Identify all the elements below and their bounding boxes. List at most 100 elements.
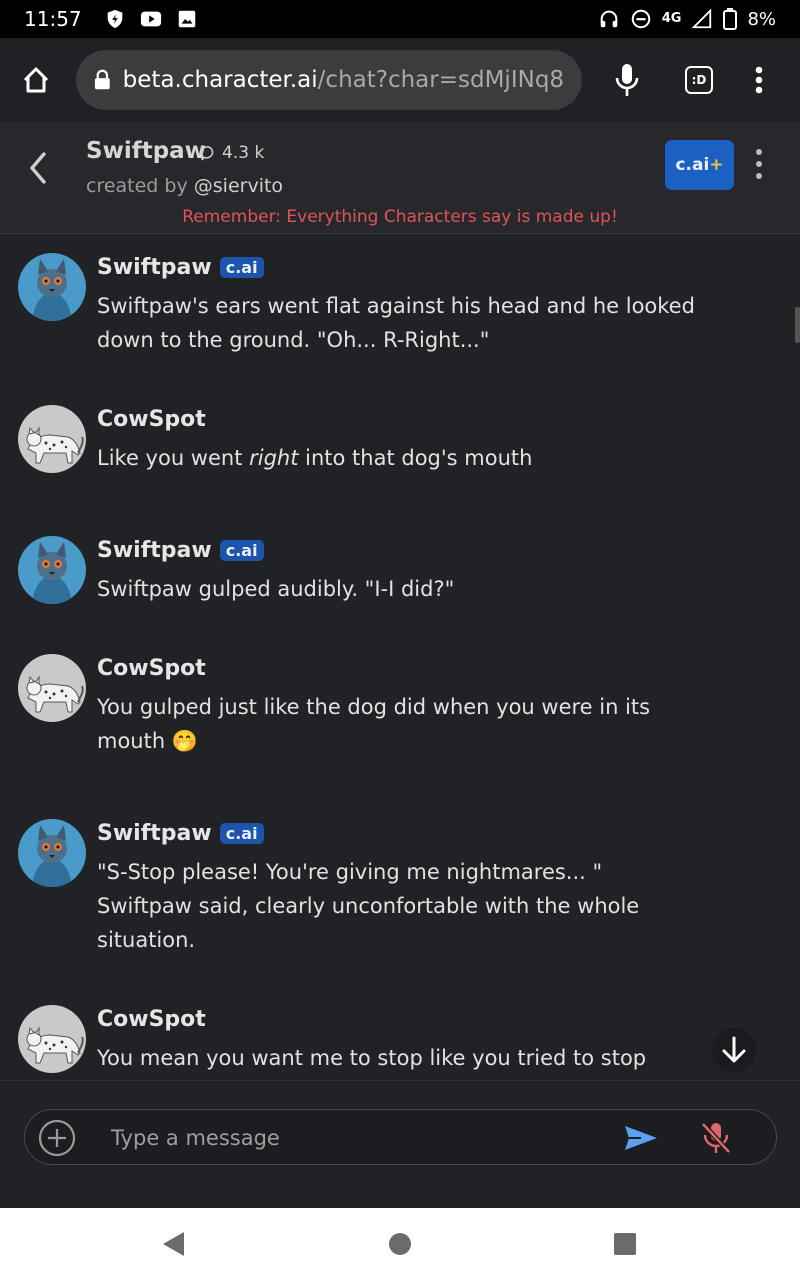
cai-plus-button[interactable]: c.ai +: [665, 140, 734, 190]
message-author: CowSpot: [97, 407, 206, 432]
author-name: CowSpot: [97, 1007, 206, 1032]
message-author: Swiftpaw c.ai: [97, 255, 264, 280]
youtube-icon: [140, 11, 161, 27]
arrow-down-icon: [722, 1036, 746, 1063]
back-chevron-icon: [30, 152, 46, 184]
author-name: Swiftpaw: [97, 821, 212, 846]
message-item: Swiftpaw c.ai Swiftpaw gulped audibly. "I…: [0, 536, 760, 616]
avatar-cowspot[interactable]: [18, 1005, 86, 1073]
battery-icon: [723, 8, 738, 30]
author-name: CowSpot: [97, 407, 206, 432]
signal-icon: [691, 8, 712, 29]
url-path: /chat?char=sdMjINq81vI: [317, 67, 564, 93]
message-text: Swiftpaw gulped audibly. "I-I did?": [97, 577, 455, 601]
image-icon: [178, 10, 195, 28]
avatar-cowspot[interactable]: [18, 405, 86, 473]
headset-icon: [600, 10, 618, 28]
character-interactions: 4.3 k: [200, 143, 264, 163]
more-vert-icon: [755, 66, 763, 94]
battery-level: 8%: [747, 8, 776, 30]
voice-search-button[interactable]: [604, 57, 650, 103]
chat-options-button[interactable]: [748, 144, 770, 184]
message-author: CowSpot: [97, 1007, 206, 1032]
status-bar: 11:57 4G 8%: [0, 0, 800, 38]
nav-back-icon: [163, 1232, 184, 1256]
disclaimer-text: Remember: Everything Characters say is m…: [182, 207, 618, 227]
message-text: "S-Stop please! You're giving me nightma…: [97, 860, 640, 952]
attach-plus-icon: [38, 1119, 76, 1157]
do-not-disturb-icon: [631, 9, 650, 29]
more-vert-icon: [756, 149, 762, 155]
message-list[interactable]: Swiftpaw c.ai Swiftpaw's ears went flat a…: [0, 235, 800, 1080]
swiftpaw-avatar-image: [18, 536, 86, 604]
message-input[interactable]: [111, 1120, 591, 1156]
home-icon: [23, 67, 49, 93]
browser-toolbar: beta.character.ai/chat?char=sdMjINq81vI …: [0, 38, 800, 122]
tab-switcher-button[interactable]: :D: [676, 57, 722, 103]
cowspot-avatar-image: [18, 1005, 86, 1073]
avatar-swiftpaw[interactable]: [18, 819, 86, 887]
vpn-shield-icon: [107, 9, 122, 29]
more-vert-dot: [756, 173, 762, 179]
author-name: Swiftpaw: [97, 255, 212, 280]
status-time: 11:57: [24, 7, 82, 31]
status-notification-icons: [104, 8, 198, 30]
message-author: CowSpot: [97, 656, 206, 681]
scroll-to-bottom-button[interactable]: [712, 1028, 756, 1072]
url-text: beta.character.ai/chat?char=sdMjINq81vI: [123, 67, 564, 93]
ai-badge: c.ai: [219, 257, 264, 278]
message-text-part: into that dog's mouth: [298, 446, 533, 470]
chat-bubble-icon: [200, 145, 214, 160]
message-text: Swiftpaw's ears went flat against his he…: [97, 294, 695, 352]
swiftpaw-avatar-image: [18, 253, 86, 321]
send-icon: [625, 1126, 657, 1150]
composer-area: [0, 1080, 800, 1208]
tab-switcher-icon: :D: [685, 66, 713, 94]
message-composer: [24, 1109, 777, 1165]
ai-badge: c.ai: [219, 540, 264, 561]
cai-plus-sign: +: [709, 155, 724, 175]
message-text-emphasis: right: [249, 446, 299, 470]
network-type: 4G: [661, 11, 682, 26]
mic-off-icon: [701, 1122, 731, 1154]
avatar-swiftpaw[interactable]: [18, 536, 86, 604]
avatar-cowspot[interactable]: [18, 654, 86, 722]
ai-badge: c.ai: [219, 823, 264, 844]
send-button[interactable]: [623, 1120, 659, 1156]
avatar-swiftpaw[interactable]: [18, 253, 86, 321]
nav-recents-button[interactable]: [610, 1230, 640, 1258]
message-item: CowSpot You mean you want me to stop lik…: [0, 1005, 760, 1080]
author-name: Swiftpaw: [97, 538, 212, 563]
browser-home-button[interactable]: [16, 60, 56, 100]
voice-input-button[interactable]: [699, 1120, 733, 1156]
interaction-count: 4.3 k: [222, 143, 265, 163]
address-bar[interactable]: beta.character.ai/chat?char=sdMjINq81vI: [76, 50, 582, 110]
android-navigation-bar: [0, 1208, 800, 1280]
created-by-prefix: created by: [86, 175, 194, 197]
attach-button[interactable]: [37, 1118, 77, 1158]
creator-handle[interactable]: @siervito: [194, 175, 283, 197]
nav-recents-icon: [614, 1233, 636, 1255]
mic-icon: [615, 64, 639, 96]
nav-home-icon: [389, 1233, 411, 1255]
browser-menu-button[interactable]: [736, 57, 782, 103]
message-item: CowSpot You gulped just like the dog did…: [0, 654, 760, 764]
url-host: beta.character.ai: [122, 67, 318, 93]
message-text-part: Like you went: [97, 446, 250, 470]
cowspot-avatar-image: [18, 654, 86, 722]
message-item: CowSpot Like you went right into that do…: [0, 405, 760, 485]
message-item: Swiftpaw c.ai "S-Stop please! You're givi…: [0, 819, 760, 959]
back-button[interactable]: [22, 148, 56, 188]
more-vert-dot: [756, 161, 762, 167]
nav-back-button[interactable]: [158, 1230, 188, 1258]
cowspot-avatar-image: [18, 405, 86, 473]
message-author: Swiftpaw c.ai: [97, 821, 264, 846]
character-name[interactable]: Swiftpaw: [86, 138, 206, 164]
swiftpaw-avatar-image: [18, 819, 86, 887]
message-item: Swiftpaw c.ai Swiftpaw's ears went flat a…: [0, 253, 760, 363]
message-text: You gulped just like the dog did when yo…: [97, 695, 651, 753]
scrollbar-thumb[interactable]: [795, 307, 800, 343]
created-by: created by @siervito: [86, 175, 283, 197]
message-text: You mean you want me to stop like you tr…: [97, 1046, 647, 1070]
nav-home-button[interactable]: [385, 1230, 415, 1258]
